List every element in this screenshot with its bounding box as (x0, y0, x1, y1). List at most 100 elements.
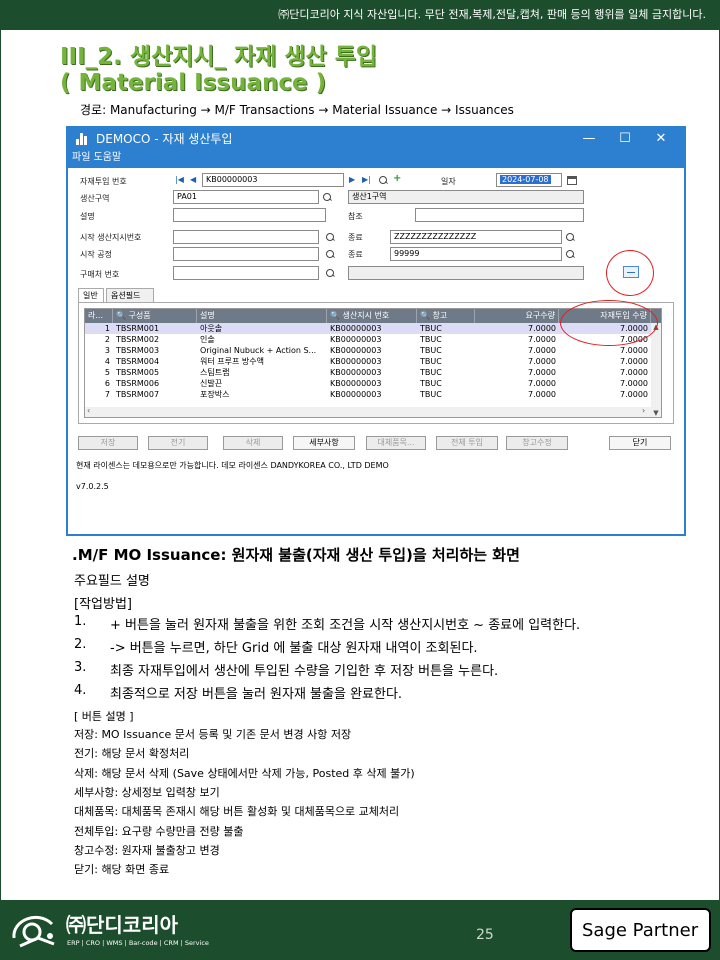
page-subtitle: ( Material Issuance ) (60, 70, 327, 96)
list-item: 전체투입: 요구량 수량만큼 전량 불출 (74, 824, 244, 838)
start-order-field[interactable] (173, 230, 319, 244)
cell-issued-qty[interactable]: 7.0000 (559, 389, 651, 400)
date-label: 일자 (441, 177, 456, 186)
scroll-left-icon[interactable]: ‹ (87, 406, 90, 415)
close-button[interactable]: 닫기 (609, 436, 671, 450)
cell-line: 7 (104, 390, 110, 399)
end-process-search-icon[interactable] (566, 250, 575, 259)
table-row[interactable]: 3 TBSRM003 Original Nubuck + Action S... KB… (85, 345, 651, 356)
scroll-right-icon[interactable]: › (642, 406, 645, 415)
close-window-button[interactable]: ✕ (644, 128, 678, 150)
start-process-field[interactable] (173, 247, 319, 261)
table-row[interactable]: 7 TBSRM007 포장박스 KB00000003 TBUC 7.0000 7.0000 (85, 389, 651, 400)
description-field[interactable] (173, 208, 326, 222)
prev-record-icon[interactable]: ◀ (190, 175, 196, 184)
table-row[interactable]: 2 TBSRM002 인솔 KB00000003 TBUC 7.0000 7.0000 (85, 334, 651, 345)
save-button[interactable]: 저장 (78, 436, 138, 450)
col-line[interactable]: 라... (85, 309, 113, 323)
cell-line: 3 (104, 346, 110, 355)
prod-area-search-icon[interactable] (323, 193, 332, 202)
table-row[interactable]: 5 TBSRM005 스팀트랩 KB00000003 TBUC 7.0000 7.0000 (85, 367, 651, 378)
cell-line: 2 (104, 335, 110, 344)
detail-button[interactable]: 세부사항 (293, 436, 355, 450)
menu-bar[interactable]: 파일 도움말 (68, 150, 684, 168)
substitute-button[interactable]: 대체품목... (366, 436, 426, 450)
prod-area-field[interactable]: PA01 (173, 190, 319, 204)
col-order-no[interactable]: 🔍 생산지시 번호 (327, 309, 417, 323)
page-title: III_2. 생산지시_ 자재 생산 투입 (60, 44, 378, 70)
reference-field[interactable] (415, 208, 584, 222)
step-number: 3. (74, 660, 87, 675)
add-icon[interactable]: + (393, 173, 401, 184)
col-description[interactable]: 설명 (197, 309, 327, 323)
buyer-field[interactable] (173, 266, 319, 280)
cell-issued-qty[interactable]: 7.0000 (559, 367, 651, 378)
step-number: 4. (74, 683, 87, 698)
buyer-search-icon[interactable] (326, 269, 335, 278)
cell-required-qty: 7.0000 (528, 324, 556, 333)
version-text: v7.0.2.5 (76, 482, 109, 491)
col-component[interactable]: 🔍 구성품 (113, 309, 197, 323)
sage-partner-text: Sage Partner (582, 920, 699, 941)
grid-horizontal-scrollbar[interactable]: ‹ › (85, 406, 651, 417)
company-tagline: ERP | CRO | WMS | Bar-code | CRM | Servi… (67, 939, 209, 947)
col-search-icon: 🔍 (116, 311, 129, 320)
table-row[interactable]: 6 TBSRM006 신발끈 KB00000003 TBUC 7.0000 7.0000 (85, 378, 651, 389)
cell-order-no: KB00000003 (330, 335, 382, 344)
warehouse-button[interactable]: 창고수정 (506, 436, 568, 450)
tab-option-fields[interactable]: 옵션필드 (106, 288, 154, 302)
doc-no-field[interactable]: KB00000003 (202, 173, 344, 187)
step-text: -> 버튼을 누르면, 하단 Grid 에 불출 대상 원자재 내역이 조회된다… (110, 641, 478, 656)
grid-vertical-scrollbar[interactable]: ▲ ▼ (651, 323, 661, 417)
end-order-search-icon[interactable] (566, 233, 575, 242)
cell-order-no: KB00000003 (330, 324, 382, 333)
cell-line: 4 (104, 357, 110, 366)
cell-description: 워터 프루프 방수액 (200, 357, 264, 366)
cell-component: TBSRM006 (116, 379, 160, 388)
step-number: 2. (74, 637, 87, 652)
next-record-icon[interactable]: ▶ (349, 175, 355, 184)
cell-description: Original Nubuck + Action S... (200, 346, 317, 355)
cell-description: 인솔 (200, 335, 215, 344)
minimize-button[interactable]: — (572, 128, 606, 150)
scroll-down-icon[interactable]: ▼ (651, 409, 661, 417)
cell-warehouse: TBUC (420, 379, 442, 388)
first-record-icon[interactable]: |◀ (175, 175, 184, 184)
col-search-icon: 🔍 (330, 311, 343, 320)
cell-line: 6 (104, 379, 110, 388)
cell-required-qty: 7.0000 (528, 346, 556, 355)
end-order-field[interactable]: ZZZZZZZZZZZZZZZ (390, 230, 562, 244)
issue-all-button[interactable]: 전체 투입 (436, 436, 498, 450)
col-warehouse-label: 창고 (432, 311, 448, 320)
description-label: 설명 (80, 212, 95, 221)
post-button[interactable]: 전기 (148, 436, 208, 450)
step-number: 1. (74, 614, 87, 629)
list-item: 대체품목: 대체품목 존재시 해당 버튼 활성화 및 대체품목으로 교체처리 (74, 805, 400, 819)
end-process-field[interactable]: 99999 (390, 247, 562, 261)
calendar-icon[interactable] (567, 176, 577, 185)
search-icon[interactable] (379, 176, 388, 185)
col-order-no-label: 생산지시 번호 (342, 311, 390, 320)
table-row[interactable]: 4 TBSRM004 워터 프루프 방수액 KB00000003 TBUC 7.0000 7… (85, 356, 651, 367)
cell-issued-qty[interactable]: 7.0000 (559, 356, 651, 367)
tab-general[interactable]: 일반 (78, 288, 104, 302)
last-record-icon[interactable]: ▶| (362, 175, 371, 184)
col-warehouse[interactable]: 🔍 창고 (417, 309, 475, 323)
annotation-circle-issued-qty (560, 300, 658, 346)
cell-issued-qty[interactable]: 7.0000 (559, 378, 651, 389)
cell-order-no: KB00000003 (330, 368, 382, 377)
delete-button[interactable]: 삭제 (223, 436, 283, 450)
method-title: [작업방법] (74, 597, 132, 612)
cell-issued-qty[interactable]: 7.0000 (559, 345, 651, 356)
start-order-search-icon[interactable] (326, 233, 335, 242)
cell-description: 신발끈 (200, 379, 223, 388)
date-field[interactable]: 2024-07-08 (496, 173, 562, 187)
cell-required-qty: 7.0000 (528, 368, 556, 377)
dandi-logo-icon (8, 906, 60, 954)
maximize-button[interactable]: ☐ (608, 128, 642, 150)
cell-component: TBSRM007 (116, 390, 160, 399)
step-text: + 버튼을 눌러 원자재 불출을 위한 조회 조건을 시작 생산지시번호 ~ 종… (110, 618, 581, 633)
col-required-qty[interactable]: 요구수량 (475, 309, 559, 323)
cell-required-qty: 7.0000 (528, 357, 556, 366)
start-process-search-icon[interactable] (326, 250, 335, 259)
